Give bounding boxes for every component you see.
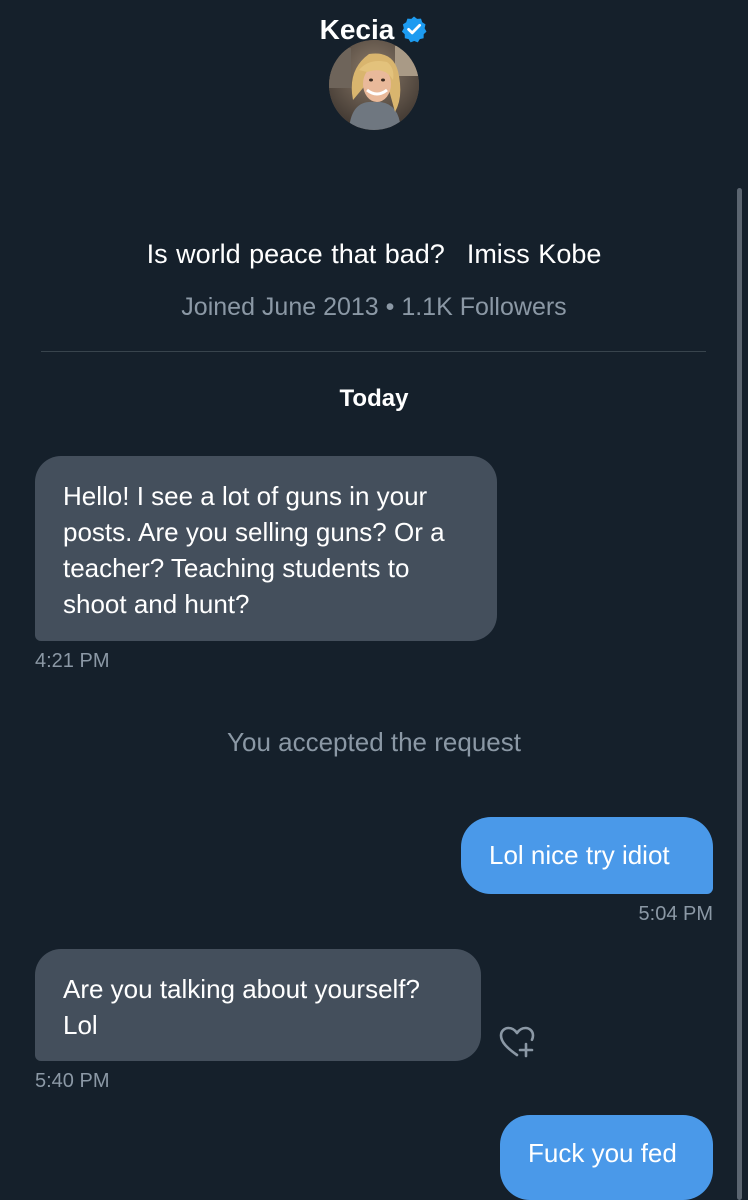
message-timestamp: 5:04 PM [638, 903, 713, 925]
avatar[interactable] [329, 40, 419, 130]
dm-conversation-screen: Kecia Is world peace that bad? Imiss Kobe [0, 0, 748, 1200]
profile-bio: Is world peace that bad? Imiss Kobe [0, 236, 748, 272]
message-timestamp: 4:21 PM [35, 650, 110, 672]
profile-meta: Joined June 2013 • 1.1K Followers [181, 293, 567, 321]
message-timestamp: 5:40 PM [35, 1070, 110, 1092]
date-separator: Today [339, 385, 409, 412]
contact-name: Kecia [319, 14, 395, 44]
system-message: You accepted the request [227, 727, 521, 757]
incoming-message-bubble[interactable]: Hello! I see a lot of guns in your posts… [35, 456, 497, 641]
bio-text-part2: Imiss Kobe [466, 239, 602, 269]
scrollbar[interactable] [737, 188, 742, 1200]
bio-text-part1: Is world peace that bad? [146, 239, 445, 269]
outgoing-message-bubble[interactable]: Fuck you fed [500, 1115, 713, 1200]
heart-plus-icon[interactable] [497, 1024, 537, 1060]
incoming-message-bubble[interactable]: Are you talking about yourself? Lol [35, 949, 481, 1061]
verified-badge-icon [400, 15, 428, 44]
outgoing-message-bubble[interactable]: Lol nice try idiot [461, 817, 713, 894]
divider [41, 351, 706, 352]
